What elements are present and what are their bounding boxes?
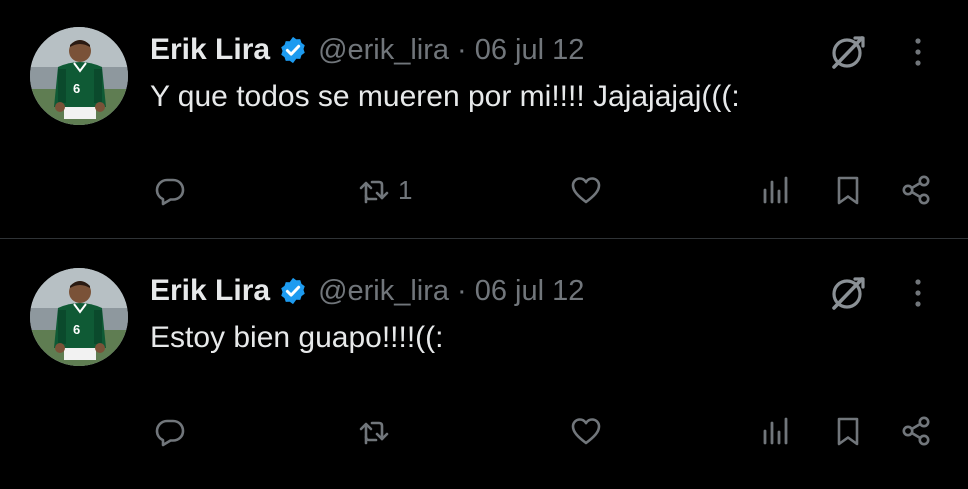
more-icon[interactable] (906, 34, 930, 70)
author-name[interactable]: Erik Lira (150, 274, 270, 308)
share-button[interactable] (900, 174, 932, 206)
tweet[interactable]: Erik Lira @erik_lira · 06 jul 12 Y que t… (0, 0, 968, 240)
reply-button[interactable] (154, 174, 194, 206)
reply-icon (154, 174, 186, 206)
like-icon (570, 174, 602, 206)
grok-icon[interactable] (828, 32, 868, 72)
verified-badge-icon (278, 35, 308, 65)
share-button[interactable] (900, 415, 932, 447)
author-handle[interactable]: @erik_lira (318, 34, 449, 67)
bookmark-icon (832, 415, 864, 447)
separator: · (457, 274, 467, 307)
reply-button[interactable] (154, 415, 194, 447)
views-button[interactable] (760, 415, 792, 447)
like-button[interactable] (570, 415, 610, 447)
retweet-count: 1 (398, 174, 413, 205)
tweet-header: Erik Lira @erik_lira · 06 jul 12 (150, 269, 584, 313)
tweet-text: Y que todos se mueren por mi!!!! Jajajaj… (150, 80, 740, 113)
views-button[interactable] (760, 174, 792, 206)
like-icon (570, 415, 602, 447)
bookmark-icon (832, 174, 864, 206)
divider (0, 238, 968, 239)
bookmark-button[interactable] (832, 415, 864, 447)
author-name[interactable]: Erik Lira (150, 33, 270, 67)
views-icon (760, 174, 792, 206)
separator: · (457, 33, 467, 66)
tweet-date[interactable]: 06 jul 12 (475, 275, 585, 308)
tweet-date[interactable]: 06 jul 12 (475, 34, 585, 67)
retweet-icon (358, 174, 390, 206)
retweet-button[interactable]: 1 (358, 174, 412, 206)
retweet-icon (358, 415, 390, 447)
bookmark-button[interactable] (832, 174, 864, 206)
avatar[interactable] (30, 27, 128, 125)
grok-icon[interactable] (828, 273, 868, 313)
views-icon (760, 415, 792, 447)
like-button[interactable] (570, 174, 610, 206)
author-handle[interactable]: @erik_lira (318, 275, 449, 308)
more-icon[interactable] (906, 275, 930, 311)
tweet-header: Erik Lira @erik_lira · 06 jul 12 (150, 28, 584, 72)
tweet-text: Estoy bien guapo!!!!((: (150, 321, 444, 354)
share-icon (900, 415, 932, 447)
avatar[interactable] (30, 268, 128, 366)
tweet[interactable]: Erik Lira @erik_lira · 06 jul 12 Estoy b… (0, 241, 968, 481)
reply-icon (154, 415, 186, 447)
retweet-button[interactable] (358, 415, 398, 447)
verified-badge-icon (278, 276, 308, 306)
share-icon (900, 174, 932, 206)
